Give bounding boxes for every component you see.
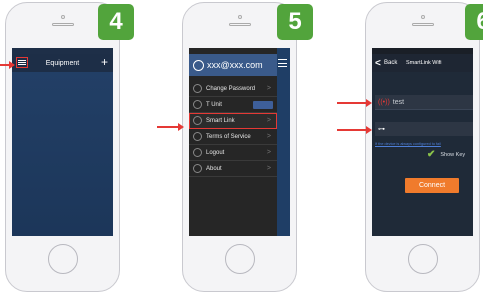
account-header: xxx@xxx.com xyxy=(189,54,277,76)
unit-toggle[interactable] xyxy=(253,100,273,109)
arrow-to-ssid-field xyxy=(337,99,372,107)
chevron-right-icon: > xyxy=(266,85,271,92)
menu-item-about[interactable]: About > xyxy=(189,161,277,177)
menu-screen: xxx@xxx.com Change Password > T Unit Sma… xyxy=(189,48,290,236)
smartlink-navbar: < Back SmartLink Wifi xyxy=(372,54,473,72)
ssid-value: test xyxy=(392,98,405,106)
ssid-field[interactable]: ((•)) test xyxy=(375,95,473,110)
about-icon xyxy=(193,164,202,173)
hamburger-icon[interactable] xyxy=(278,59,287,67)
home-button xyxy=(224,244,255,274)
unit-icon xyxy=(193,100,202,109)
phone-step-5: xxx@xxx.com Change Password > T Unit Sma… xyxy=(182,2,297,292)
chevron-right-icon: > xyxy=(266,165,271,172)
info-icon xyxy=(193,132,202,141)
menu-item-label: T Unit xyxy=(206,101,222,108)
home-button xyxy=(407,244,438,274)
smartlink-screen: < Back SmartLink Wifi ((•)) test ⊶ If th… xyxy=(372,48,473,236)
menu-item-change-password[interactable]: Change Password > xyxy=(189,81,277,97)
menu-item-t-unit[interactable]: T Unit xyxy=(189,97,277,113)
wifi-icon xyxy=(193,116,202,125)
step-badge-6: 6 xyxy=(465,4,483,40)
side-menu: xxx@xxx.com Change Password > T Unit Sma… xyxy=(189,48,277,236)
page-title: Equipment xyxy=(45,59,80,67)
plus-icon[interactable]: + xyxy=(101,55,108,69)
equipment-list-area xyxy=(12,72,113,236)
user-icon xyxy=(193,59,204,71)
chevron-right-icon: > xyxy=(266,149,271,156)
menu-item-label: Terms of Service xyxy=(206,133,251,140)
connect-button[interactable]: Connect xyxy=(405,178,459,193)
arrow-to-menu-icon xyxy=(0,61,15,69)
key-icon: ⊶ xyxy=(378,126,385,133)
menu-item-smart-link[interactable]: Smart Link > xyxy=(189,113,277,129)
speaker-slot xyxy=(228,23,251,26)
back-button[interactable]: Back xyxy=(384,60,397,66)
menu-item-label: Smart Link xyxy=(206,117,235,124)
menu-item-label: Logout xyxy=(206,149,225,156)
key-icon xyxy=(193,84,202,93)
back-chevron-icon[interactable]: < xyxy=(375,58,381,69)
equipment-screen: Equipment + xyxy=(12,48,113,236)
phone-step-6: < Back SmartLink Wifi ((•)) test ⊶ If th… xyxy=(365,2,480,292)
home-button xyxy=(47,244,78,274)
menu-item-label: Change Password xyxy=(206,85,256,92)
speaker-slot xyxy=(411,23,434,26)
camera-dot xyxy=(420,15,425,19)
step-badge-5: 5 xyxy=(277,4,313,40)
step-badge-4: 4 xyxy=(98,4,134,40)
show-key-row[interactable]: ✔ Show Key xyxy=(427,149,465,160)
config-hint-link[interactable]: If the device is always configured to fa… xyxy=(375,142,441,146)
speaker-slot xyxy=(51,23,74,26)
logout-icon xyxy=(193,148,202,157)
equipment-navbar: Equipment + xyxy=(12,54,113,72)
page-title: SmartLink Wifi xyxy=(406,60,442,66)
account-email: xxx@xxx.com xyxy=(207,60,263,70)
arrow-to-password-field xyxy=(337,126,372,134)
camera-dot xyxy=(60,15,65,19)
camera-dot xyxy=(237,15,242,19)
chevron-right-icon: > xyxy=(266,117,271,124)
chevron-right-icon: > xyxy=(266,133,271,140)
password-field[interactable]: ⊶ xyxy=(375,122,473,136)
menu-item-logout[interactable]: Logout > xyxy=(189,145,277,161)
show-key-label: Show Key xyxy=(440,151,466,158)
arrow-to-smart-link xyxy=(157,123,184,131)
menu-item-label: About xyxy=(206,165,222,172)
wifi-signal-icon: ((•)) xyxy=(378,98,390,106)
checkmark-icon[interactable]: ✔ xyxy=(427,149,435,160)
phone-step-4: Equipment + xyxy=(5,2,120,292)
menu-item-terms-of-service[interactable]: Terms of Service > xyxy=(189,129,277,145)
